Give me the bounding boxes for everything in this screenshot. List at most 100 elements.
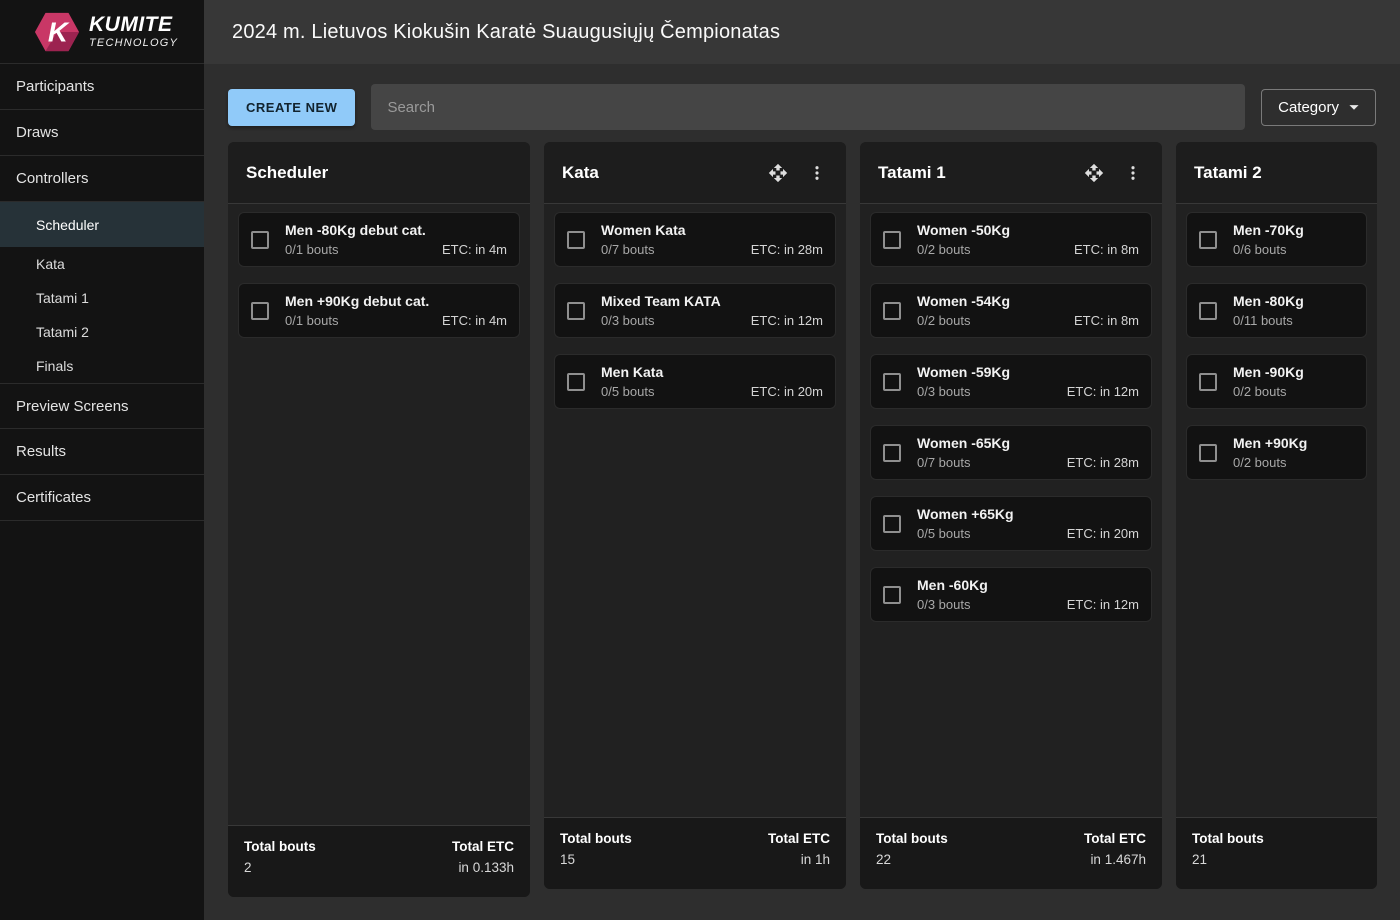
category-card-men-90kg-debut-cat[interactable]: Men +90Kg debut cat. 0/1 bouts ETC: in 4… (238, 283, 520, 338)
card-checkbox[interactable] (883, 586, 901, 604)
sidebar-item-label: Results (16, 443, 66, 460)
category-card-women-kata[interactable]: Women Kata 0/7 bouts ETC: in 28m (554, 212, 836, 267)
card-checkbox[interactable] (567, 231, 585, 249)
sidebar-item-label: Scheduler (36, 217, 99, 233)
card-etc: ETC: in 8m (1074, 313, 1139, 328)
card-title: Men +90Kg (1233, 435, 1354, 451)
column-header: Tatami 2 (1176, 142, 1377, 204)
category-card-women-65kg[interactable]: Women -65Kg 0/7 bouts ETC: in 28m (870, 425, 1152, 480)
card-body: Men -90Kg 0/2 bouts (1233, 364, 1354, 399)
card-subrow: 0/5 bouts ETC: in 20m (917, 526, 1139, 541)
card-body: Women +65Kg 0/5 bouts ETC: in 20m (917, 506, 1139, 541)
sidebar-item-preview-screens[interactable]: Preview Screens (0, 383, 204, 429)
card-title: Men -70Kg (1233, 222, 1354, 238)
card-checkbox[interactable] (883, 515, 901, 533)
card-title: Women -65Kg (917, 435, 1139, 451)
card-bouts-count: 0/5 bouts (601, 384, 751, 399)
card-subrow: 0/2 bouts (1233, 384, 1354, 399)
card-etc: ETC: in 28m (751, 242, 823, 257)
card-subrow: 0/3 bouts ETC: in 12m (917, 597, 1139, 612)
create-new-button[interactable]: CREATE NEW (228, 89, 355, 126)
sidebar-item-tatami-1[interactable]: Tatami 1 (0, 281, 204, 315)
card-checkbox[interactable] (883, 302, 901, 320)
card-title: Men -80Kg (1233, 293, 1354, 309)
category-card-men-80kg-debut-cat[interactable]: Men -80Kg debut cat. 0/1 bouts ETC: in 4… (238, 212, 520, 267)
sidebar-item-label: Participants (16, 78, 94, 95)
sidebar-item-draws[interactable]: Draws (0, 110, 204, 156)
category-card-men-80kg[interactable]: Men -80Kg 0/11 bouts (1186, 283, 1367, 338)
column-header: Kata (544, 142, 846, 204)
category-card-men-90kg[interactable]: Men +90Kg 0/2 bouts (1186, 425, 1367, 480)
app-window: K KUMITE TECHNOLOGY Participants Draws C… (0, 0, 1400, 920)
card-checkbox[interactable] (1199, 373, 1217, 391)
category-card-list: Men -70Kg 0/6 bouts Men -80Kg 0/11 bouts… (1176, 204, 1377, 817)
sidebar-item-certificates[interactable]: Certificates (0, 475, 204, 521)
category-dropdown-button[interactable]: Category (1261, 89, 1376, 126)
brand-text: KUMITE TECHNOLOGY (89, 14, 178, 49)
card-checkbox[interactable] (883, 231, 901, 249)
toolbar: CREATE NEW Category (228, 84, 1376, 130)
sidebar-item-finals[interactable]: Finals (0, 349, 204, 383)
more-vert-icon[interactable] (806, 162, 828, 184)
card-checkbox[interactable] (883, 373, 901, 391)
category-card-women-54kg[interactable]: Women -54Kg 0/2 bouts ETC: in 8m (870, 283, 1152, 338)
total-bouts-label: Total bouts (876, 831, 948, 846)
card-checkbox[interactable] (883, 444, 901, 462)
sidebar-item-label: Controllers (16, 170, 89, 187)
total-etc-block: Total ETC in 0.133h (452, 839, 514, 884)
column-title: Tatami 2 (1194, 163, 1359, 183)
card-etc: ETC: in 4m (442, 313, 507, 328)
card-etc: ETC: in 28m (1067, 455, 1139, 470)
category-card-women-50kg[interactable]: Women -50Kg 0/2 bouts ETC: in 8m (870, 212, 1152, 267)
category-card-list: Women -50Kg 0/2 bouts ETC: in 8m Women -… (860, 204, 1162, 817)
total-etc-block: Total ETC in 1.467h (1084, 831, 1146, 876)
column-footer: Total bouts 15 Total ETC in 1h (544, 817, 846, 889)
search-input[interactable] (371, 84, 1245, 130)
page-title: 2024 m. Lietuvos Kiokušin Karatė Suaugus… (232, 21, 780, 44)
sidebar-item-scheduler[interactable]: Scheduler (0, 202, 204, 247)
card-bouts-count: 0/3 bouts (601, 313, 751, 328)
sidebar-item-kata[interactable]: Kata (0, 247, 204, 281)
category-card-mixed-team-kata[interactable]: Mixed Team KATA 0/3 bouts ETC: in 12m (554, 283, 836, 338)
total-bouts-value: 15 (560, 852, 632, 867)
drag-move-icon[interactable] (766, 161, 790, 185)
column-tatami-1: Tatami 1 Women -50Kg 0/2 bouts (860, 142, 1162, 889)
total-etc-value: in 1.467h (1084, 852, 1146, 867)
chevron-down-icon (1343, 96, 1365, 118)
card-body: Men +90Kg debut cat. 0/1 bouts ETC: in 4… (285, 293, 507, 328)
total-etc-label: Total ETC (452, 839, 514, 854)
card-body: Men -70Kg 0/6 bouts (1233, 222, 1354, 257)
card-checkbox[interactable] (1199, 231, 1217, 249)
card-body: Women Kata 0/7 bouts ETC: in 28m (601, 222, 823, 257)
sidebar-item-tatami-2[interactable]: Tatami 2 (0, 315, 204, 349)
card-checkbox[interactable] (567, 302, 585, 320)
card-body: Women -65Kg 0/7 bouts ETC: in 28m (917, 435, 1139, 470)
column-header-actions (1082, 161, 1144, 185)
card-checkbox[interactable] (251, 302, 269, 320)
card-title: Women +65Kg (917, 506, 1139, 522)
card-checkbox[interactable] (251, 231, 269, 249)
drag-move-icon[interactable] (1082, 161, 1106, 185)
column-scheduler: Scheduler Men -80Kg debut cat. 0/1 bouts… (228, 142, 530, 897)
category-card-women-65kg[interactable]: Women +65Kg 0/5 bouts ETC: in 20m (870, 496, 1152, 551)
sidebar-item-controllers[interactable]: Controllers (0, 156, 204, 202)
category-card-men-90kg[interactable]: Men -90Kg 0/2 bouts (1186, 354, 1367, 409)
more-vert-icon[interactable] (1122, 162, 1144, 184)
card-checkbox[interactable] (1199, 302, 1217, 320)
total-etc-value: in 0.133h (452, 860, 514, 875)
total-bouts-value: 22 (876, 852, 948, 867)
sidebar-item-label: Draws (16, 124, 59, 141)
card-checkbox[interactable] (567, 373, 585, 391)
total-bouts-label: Total bouts (244, 839, 316, 854)
category-card-women-59kg[interactable]: Women -59Kg 0/3 bouts ETC: in 12m (870, 354, 1152, 409)
scheduler-board: Scheduler Men -80Kg debut cat. 0/1 bouts… (228, 142, 1376, 897)
category-card-men-kata[interactable]: Men Kata 0/5 bouts ETC: in 20m (554, 354, 836, 409)
sidebar-item-participants[interactable]: Participants (0, 64, 204, 110)
svg-text:K: K (48, 16, 70, 47)
card-checkbox[interactable] (1199, 444, 1217, 462)
category-card-men-70kg[interactable]: Men -70Kg 0/6 bouts (1186, 212, 1367, 267)
card-subrow: 0/3 bouts ETC: in 12m (917, 384, 1139, 399)
sidebar-item-results[interactable]: Results (0, 429, 204, 475)
category-card-men-60kg[interactable]: Men -60Kg 0/3 bouts ETC: in 12m (870, 567, 1152, 622)
card-etc: ETC: in 20m (751, 384, 823, 399)
